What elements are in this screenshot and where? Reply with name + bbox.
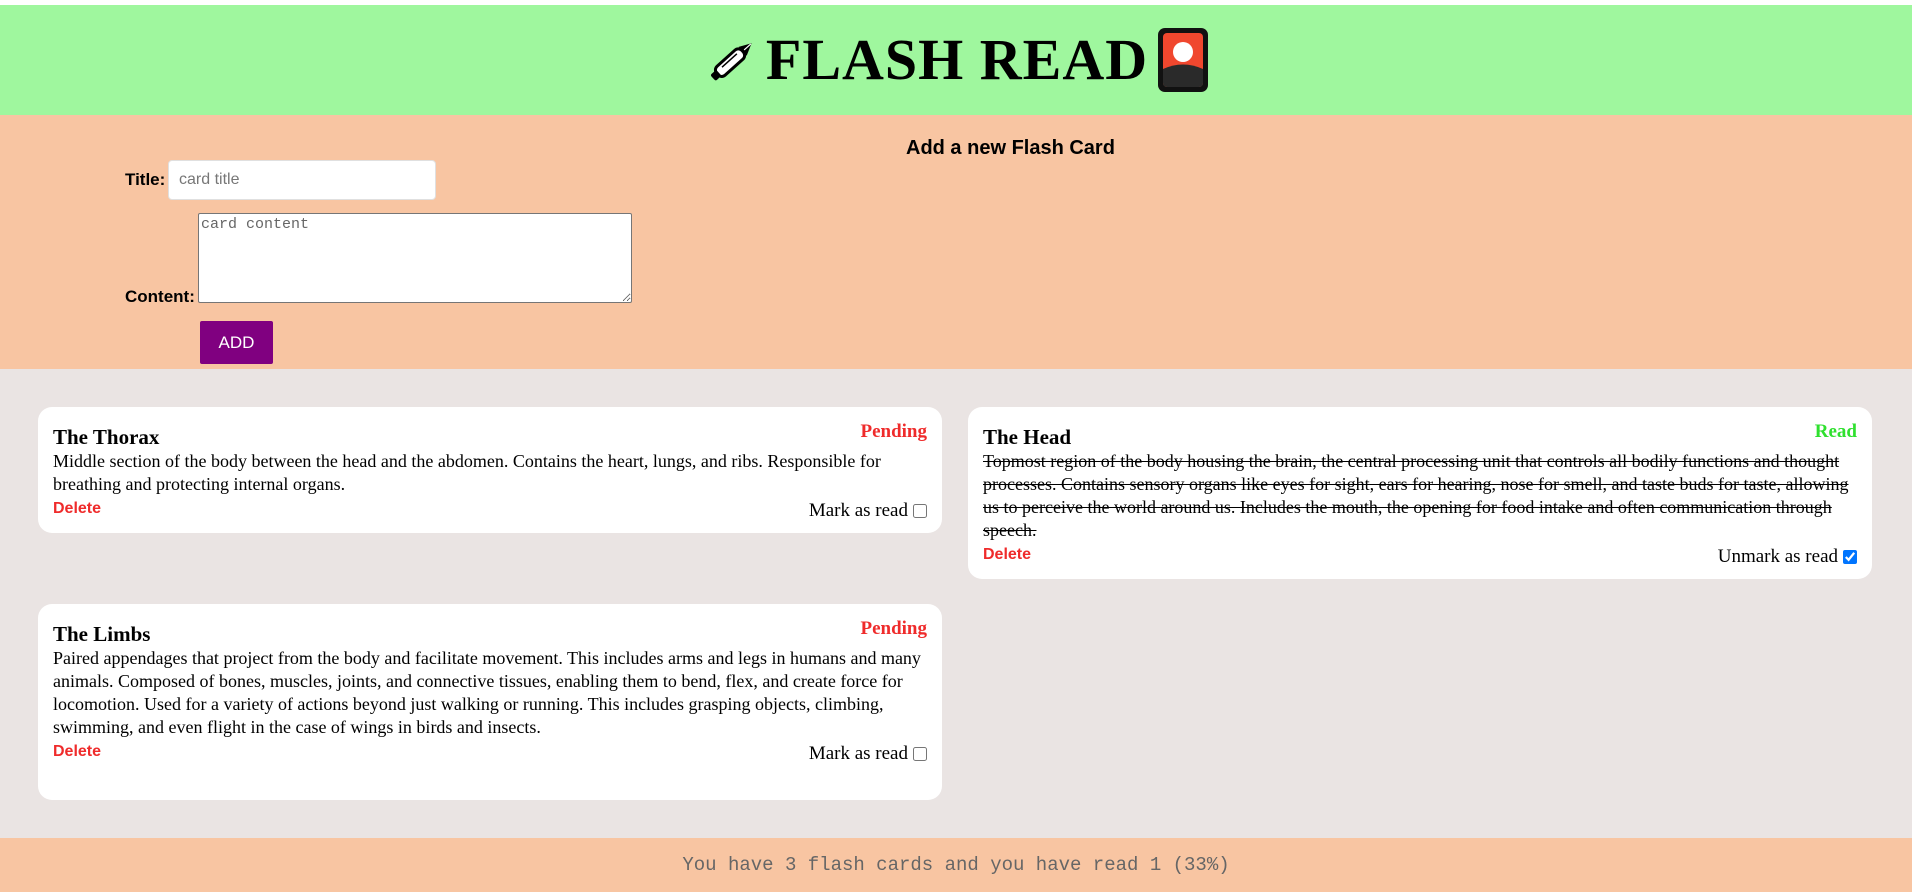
delete-button[interactable]: Delete — [983, 546, 1031, 564]
mark-read-label: Mark as read — [808, 500, 908, 521]
mark-read-label: Mark as read — [808, 743, 908, 764]
card-content: Middle section of the body between the h… — [53, 451, 881, 494]
mark-read-checkbox[interactable] — [913, 747, 927, 761]
flash-card: The Thorax Pending Middle section of the… — [38, 407, 942, 533]
title-input[interactable] — [168, 160, 436, 200]
mark-read-checkbox[interactable] — [1843, 550, 1857, 564]
status-badge: Read — [1814, 421, 1857, 442]
card-title: The Limbs — [53, 622, 151, 646]
mark-read-toggle[interactable]: Mark as read — [809, 500, 927, 522]
app-title: FLASH READ — [765, 27, 1149, 92]
flash-card: The Limbs Pending Paired appendages that… — [38, 604, 942, 800]
mark-read-label: Unmark as read — [1717, 546, 1838, 567]
content-label: Content: — [125, 287, 195, 306]
card-content: Paired appendages that project from the … — [53, 648, 921, 737]
add-button[interactable]: ADD — [200, 321, 273, 364]
form-heading: Add a new Flash Card — [906, 137, 1115, 159]
cards-grid: The Thorax Pending Middle section of the… — [0, 369, 1912, 838]
card-icon — [1158, 28, 1209, 92]
brand: FLASH READ — [702, 26, 1210, 94]
card-title: The Thorax — [53, 425, 160, 449]
new-card-form: Add a new Flash Card Title: Content: ADD — [0, 115, 1912, 369]
mark-read-toggle[interactable]: Mark as read — [809, 743, 927, 765]
content-textarea[interactable] — [198, 213, 632, 303]
card-content: Topmost region of the body housing the b… — [983, 451, 1849, 540]
card-title: The Head — [983, 425, 1072, 449]
mark-read-checkbox[interactable] — [913, 504, 927, 518]
delete-button[interactable]: Delete — [53, 743, 101, 761]
summary-footer: You have 3 flash cards and you have read… — [0, 838, 1912, 892]
title-label: Title: — [125, 170, 166, 189]
app-header: FLASH READ — [0, 5, 1912, 115]
fountain-pen-icon — [710, 43, 752, 81]
status-badge: Pending — [860, 618, 927, 639]
status-badge: Pending — [860, 421, 927, 442]
delete-button[interactable]: Delete — [53, 500, 101, 518]
mark-read-toggle[interactable]: Unmark as read — [1718, 546, 1857, 568]
flash-card: The Head Read Topmost region of the body… — [968, 407, 1872, 579]
summary-text: You have 3 flash cards and you have read… — [682, 854, 1230, 876]
